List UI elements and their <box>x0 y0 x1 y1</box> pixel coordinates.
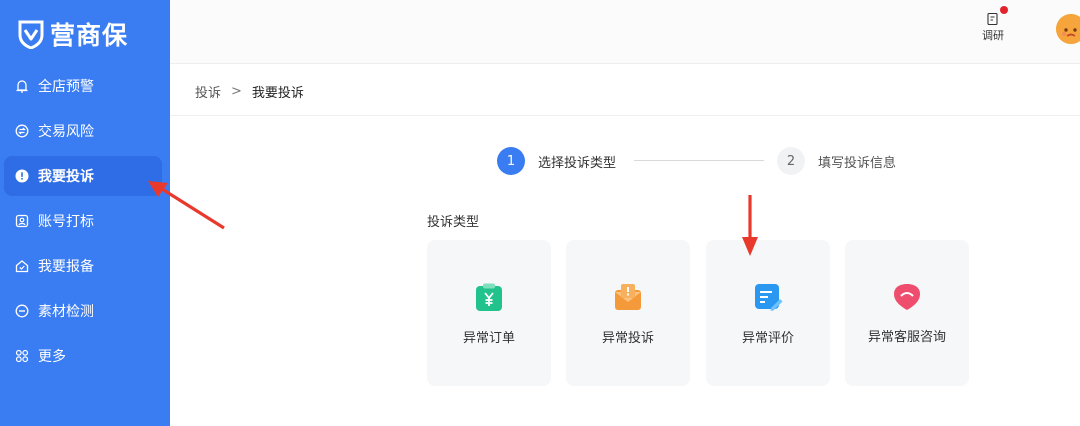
complaint-type-title: 投诉类型 <box>427 215 480 230</box>
sidebar-item-store-warning[interactable]: 全店预警 <box>4 66 162 106</box>
breadcrumb: 投诉 > 我要投诉 <box>195 82 304 101</box>
complaint-type-abnormal-review[interactable]: 异常评价 <box>706 240 830 386</box>
step-select-type: 1 选择投诉类型 <box>497 147 616 175</box>
sidebar-item-material-check[interactable]: 素材检测 <box>4 291 162 331</box>
complaint-envelope-icon <box>615 284 641 310</box>
complaint-type-abnormal-service[interactable]: 异常客服咨询 <box>845 240 969 386</box>
review-edit-icon <box>755 284 783 311</box>
step-number: 2 <box>777 147 805 175</box>
step-connector <box>634 160 764 161</box>
avatar[interactable] <box>1056 14 1080 44</box>
breadcrumb-current: 我要投诉 <box>251 86 304 101</box>
card-label: 异常投诉 <box>601 331 654 346</box>
grid-icon <box>14 348 30 364</box>
sidebar-item-label: 素材检测 <box>38 304 94 320</box>
step-label: 选择投诉类型 <box>538 155 617 171</box>
top-header: 调研 <box>170 0 1080 64</box>
sidebar-item-label: 我要投诉 <box>38 169 94 185</box>
shield-logo-icon <box>18 20 44 49</box>
step-fill-info: 2 填写投诉信息 <box>777 147 896 175</box>
home-check-icon <box>14 258 30 274</box>
breadcrumb-separator: > <box>231 84 242 99</box>
header-divider <box>170 115 1080 116</box>
step-label: 填写投诉信息 <box>818 155 897 171</box>
avatar-face-icon <box>1056 14 1080 44</box>
sidebar-item-more[interactable]: 更多 <box>4 336 162 376</box>
sidebar-item-account-tag[interactable]: 账号打标 <box>4 201 162 241</box>
sidebar-item-label: 交易风险 <box>38 124 94 140</box>
sidebar-item-trade-risk[interactable]: 交易风险 <box>4 111 162 151</box>
card-label: 异常订单 <box>462 331 515 346</box>
sidebar-item-report[interactable]: 我要报备 <box>4 246 162 286</box>
sidebar-item-label: 更多 <box>38 349 66 365</box>
bell-icon <box>14 78 30 94</box>
alert-icon <box>14 168 30 184</box>
tag-icon <box>14 213 30 229</box>
card-label: 异常评价 <box>741 331 794 346</box>
sidebar-item-my-complaint[interactable]: 我要投诉 <box>4 156 162 196</box>
logo[interactable]: 营商保 <box>18 16 128 52</box>
complaint-type-abnormal-order[interactable]: 异常订单 <box>427 240 551 386</box>
step-number: 1 <box>497 147 525 175</box>
sidebar-item-label: 账号打标 <box>38 214 94 230</box>
survey-edit-icon <box>987 12 998 26</box>
sidebar-item-label: 全店预警 <box>38 79 94 95</box>
order-clipboard-icon <box>476 283 502 311</box>
sidebar-item-label: 我要报备 <box>38 259 94 275</box>
sidebar-nav: 全店预警 交易风险 我要投诉 账号打标 我要报备 素材检测 更多 <box>0 66 170 381</box>
breadcrumb-complaint-link[interactable]: 投诉 <box>195 82 221 101</box>
exchange-icon <box>14 123 30 139</box>
sidebar: 营商保 全店预警 交易风险 我要投诉 账号打标 我要报备 素材检测 更多 <box>0 0 170 426</box>
card-label: 异常客服咨询 <box>867 330 946 345</box>
logo-text: 营商保 <box>50 21 129 50</box>
notification-dot <box>1000 6 1008 14</box>
survey-button[interactable]: 调研 <box>978 6 1008 43</box>
survey-label: 调研 <box>982 29 1004 42</box>
service-chat-icon <box>894 284 920 310</box>
scan-icon <box>14 303 30 319</box>
complaint-type-abnormal-complaint[interactable]: 异常投诉 <box>566 240 690 386</box>
